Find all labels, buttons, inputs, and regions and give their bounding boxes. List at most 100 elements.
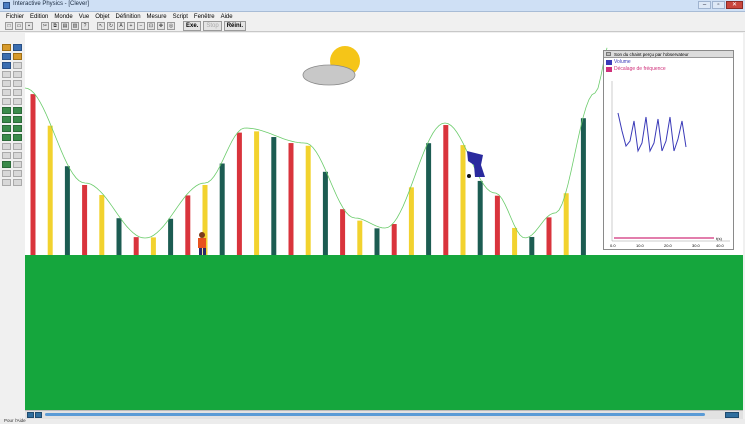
scene-bar [185, 195, 191, 255]
pin-joint-icon[interactable] [2, 89, 11, 96]
open-folder-icon[interactable]: ▭ [15, 22, 23, 30]
scene-bar [374, 228, 380, 255]
close-button[interactable]: ✕ [726, 1, 743, 9]
motor-tool-icon[interactable] [2, 107, 11, 114]
menu-script[interactable]: Script [173, 14, 188, 20]
reset-button[interactable]: Réini. [223, 21, 247, 31]
cut-icon[interactable]: ✂ [41, 22, 49, 30]
force-tool-icon[interactable] [2, 116, 11, 123]
scene-bar [477, 180, 483, 255]
copy-icon[interactable]: ⧉ [51, 22, 59, 30]
scene-bar [150, 237, 156, 255]
pin-tool-icon[interactable] [13, 179, 22, 186]
minimize-button[interactable]: – [698, 1, 711, 9]
scene-bar [236, 132, 242, 255]
scroll-thumb[interactable] [45, 413, 705, 416]
print-icon[interactable]: ▥ [71, 22, 79, 30]
camera-icon[interactable]: ◎ [167, 22, 175, 30]
menu-fenetre[interactable]: Fenêtre [194, 14, 215, 20]
scene-bar [426, 143, 432, 255]
scene-bar [305, 145, 311, 255]
menu-mesure[interactable]: Mesure [147, 14, 167, 20]
slot-tool-icon[interactable] [13, 134, 22, 141]
pointer-icon[interactable]: ↖ [97, 22, 105, 30]
scene-bar [99, 194, 105, 255]
rod-tool-icon[interactable] [13, 80, 22, 87]
gear-tool-icon[interactable] [2, 98, 11, 105]
menu-tool-icon[interactable] [13, 152, 22, 159]
polygon-tool-icon[interactable] [13, 53, 22, 60]
scene-bar [546, 217, 552, 255]
menu-edition[interactable]: Edition [30, 14, 48, 20]
paste-icon[interactable]: ▤ [61, 22, 69, 30]
spring-tool-icon[interactable] [2, 71, 11, 78]
check-tool-icon[interactable] [2, 179, 11, 186]
menu-fichier[interactable]: Fichier [6, 14, 24, 20]
help-icon[interactable]: ? [81, 22, 89, 30]
anchor-tool-icon[interactable] [13, 62, 22, 69]
scene-bar [443, 125, 449, 255]
pulley-tool-icon[interactable] [13, 98, 22, 105]
square-tool-icon[interactable] [2, 53, 11, 60]
scene-bar [219, 163, 225, 255]
fit-icon[interactable]: ⊡ [147, 22, 155, 30]
menu-vue[interactable]: Vue [79, 14, 89, 20]
damper-tool-icon[interactable] [13, 71, 22, 78]
scene-bar [357, 220, 363, 255]
separator-tool-icon[interactable] [2, 125, 11, 132]
meter-tool-icon[interactable] [2, 143, 11, 150]
scene-bar [494, 195, 500, 255]
text-tool-icon[interactable]: A [117, 22, 125, 30]
track-tool-icon[interactable] [2, 161, 11, 168]
scroll-left-button[interactable] [27, 412, 34, 418]
menu-monde[interactable]: Monde [54, 14, 72, 20]
bars-group [30, 94, 586, 256]
wave-tool-icon[interactable] [2, 170, 11, 177]
scene-bar [391, 224, 397, 255]
run-button[interactable]: Exe. [183, 21, 202, 31]
scene-bar [340, 209, 346, 255]
slot-joint-icon[interactable] [13, 89, 22, 96]
maximize-button[interactable]: ▫ [712, 1, 725, 9]
scene-bar [512, 227, 518, 255]
rope-tool-icon[interactable] [2, 80, 11, 87]
new-file-icon[interactable]: □ [5, 22, 13, 30]
x-unit-label: t(s) [716, 236, 722, 241]
sound-tool-icon[interactable] [13, 170, 22, 177]
button-tool-icon[interactable] [2, 152, 11, 159]
move-icon[interactable]: ✥ [157, 22, 165, 30]
vector-tool-icon[interactable] [13, 161, 22, 168]
zoom-in-icon[interactable]: + [127, 22, 135, 30]
scene-bar [116, 218, 122, 255]
slider-tool-icon[interactable] [13, 143, 22, 150]
point-tool-icon[interactable] [2, 134, 11, 141]
tool-palette [2, 44, 24, 266]
scroll-end-button[interactable] [725, 412, 739, 418]
app-icon [3, 2, 10, 9]
horizontal-scrollbar[interactable] [25, 410, 743, 419]
curve-tool-icon[interactable] [2, 62, 11, 69]
save-icon[interactable]: ▪ [25, 22, 33, 30]
x-tick-3: 30.0 [692, 243, 700, 248]
scene-bar [82, 184, 88, 255]
cloud-icon [302, 64, 356, 86]
graph-window[interactable]: Son du chaint perçu par l'observateur Vo… [603, 50, 734, 250]
torque-tool-icon[interactable] [13, 116, 22, 123]
scene-bar [64, 166, 70, 255]
menu-aide[interactable]: Aide [221, 14, 233, 20]
volume-series-line [617, 112, 687, 153]
rectangle-tool-icon[interactable] [13, 44, 22, 51]
menu-definition[interactable]: Définition [116, 14, 141, 20]
stop-button[interactable]: Stop [203, 21, 222, 31]
scene-bar [254, 131, 260, 255]
circle-tool-icon[interactable] [2, 44, 11, 51]
menu-bar: Fichier Edition Monde Vue Objet Définiti… [0, 12, 745, 21]
rotate-icon[interactable]: ↻ [107, 22, 115, 30]
menu-objet[interactable]: Objet [95, 14, 109, 20]
scroll-right-button[interactable] [35, 412, 42, 418]
scene-bar [288, 143, 294, 255]
join-tool-icon[interactable] [13, 125, 22, 132]
simulation-canvas[interactable]: Son du chaint perçu par l'observateur Vo… [25, 33, 743, 410]
zoom-out-icon[interactable]: − [137, 22, 145, 30]
actuator-tool-icon[interactable] [13, 107, 22, 114]
